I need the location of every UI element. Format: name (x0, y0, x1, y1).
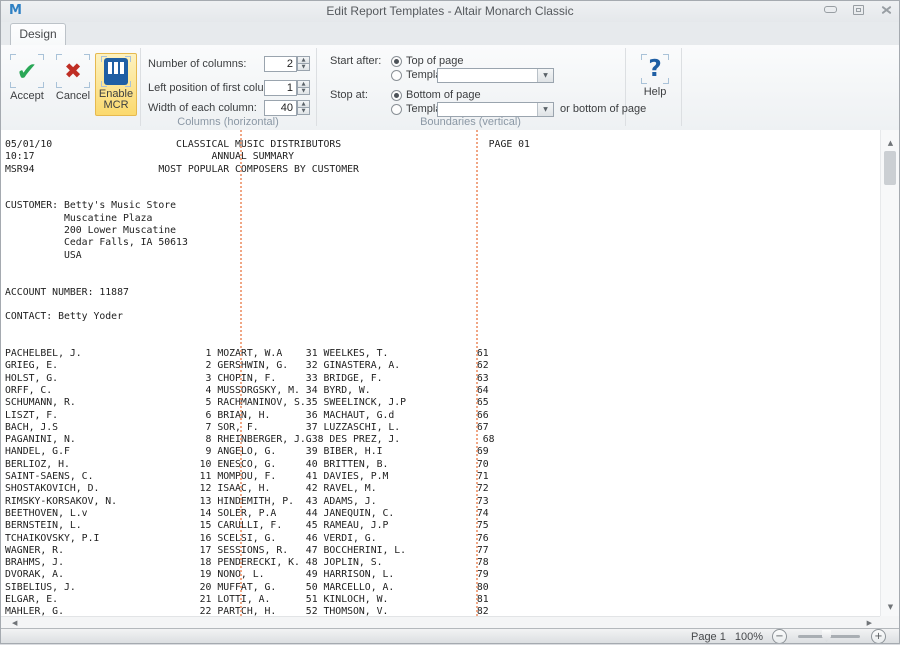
mcr-columns-icon (104, 58, 128, 85)
top-of-page-label: Top of page (406, 55, 464, 67)
spin-up-icon: ▲ (302, 82, 306, 87)
status-right-cluster: Page 1 100% − + (691, 629, 886, 644)
left-position-label: Left position of first column: (148, 82, 282, 94)
dropdown-button[interactable]: ▼ (537, 69, 553, 82)
mcr-icon-frame (101, 56, 131, 87)
spin-down-icon: ▼ (302, 65, 306, 70)
stop-at-template-dropdown[interactable]: ▼ (437, 102, 554, 117)
spin-down-button[interactable]: ▼ (297, 87, 310, 95)
cancel-button[interactable]: ✖ Cancel (51, 54, 95, 118)
spin-up-icon: ▲ (302, 102, 306, 107)
edit-report-templates-window: M Edit Report Templates - Altair Monarch… (0, 0, 900, 644)
horizontal-scrollbar[interactable]: ◀ ▶ (0, 616, 880, 628)
restore-button[interactable] (851, 4, 866, 15)
zoom-slider-thumb[interactable] (822, 630, 831, 642)
start-after-template-radio[interactable] (391, 70, 402, 81)
start-after-label: Start after: (330, 55, 381, 67)
enable-mcr-button[interactable]: Enable MCR (95, 53, 137, 116)
zoom-level: 100% (735, 631, 763, 643)
accept-button[interactable]: ✔ Accept (5, 54, 49, 118)
dropdown-arrow-icon: ▼ (543, 73, 548, 79)
window-title: Edit Report Templates - Altair Monarch C… (0, 4, 900, 18)
help-icon-frame: ? (641, 54, 669, 84)
left-position-stepper: ▲ ▼ (297, 80, 310, 96)
help-label: Help (630, 87, 680, 98)
columns-group-caption: Columns (horizontal) (140, 116, 316, 128)
title-bar: M Edit Report Templates - Altair Monarch… (0, 0, 900, 22)
group-separator (140, 48, 141, 126)
scroll-up-button[interactable]: ▲ (881, 139, 900, 147)
start-after-template-dropdown[interactable]: ▼ (437, 68, 554, 83)
scroll-right-icon: ▶ (867, 619, 872, 627)
column-width-label: Width of each column: (148, 102, 257, 114)
scroll-up-icon: ▲ (888, 139, 893, 147)
vertical-scrollbar[interactable]: ▲ ▼ (880, 130, 900, 616)
column-width-input[interactable] (264, 100, 297, 116)
spin-down-icon: ▼ (302, 109, 306, 114)
scroll-left-button[interactable]: ◀ (12, 619, 17, 627)
stop-at-template-radio[interactable] (391, 104, 402, 115)
close-icon (881, 5, 892, 14)
minimize-icon (824, 6, 837, 13)
bottom-of-page-label: Bottom of page (406, 89, 481, 101)
dropdown-arrow-icon: ▼ (543, 107, 548, 113)
report-text: 05/01/10 CLASSICAL MUSIC DISTRIBUTORS PA… (0, 130, 880, 616)
window-controls (823, 4, 894, 15)
zoom-in-button[interactable]: + (871, 629, 886, 644)
left-position-input[interactable] (264, 80, 297, 96)
report-view[interactable]: 05/01/10 CLASSICAL MUSIC DISTRIBUTORS PA… (0, 130, 880, 616)
accept-check-icon: ✔ (17, 59, 38, 84)
zoom-out-button[interactable]: − (772, 629, 787, 644)
stop-at-bottom-of-page-radio[interactable] (391, 90, 402, 101)
scroll-right-button[interactable]: ▶ (867, 619, 872, 627)
spin-down-button[interactable]: ▼ (297, 63, 310, 71)
close-button[interactable] (879, 4, 894, 15)
enable-mcr-label: Enable MCR (96, 89, 136, 111)
dropdown-button[interactable]: ▼ (537, 103, 553, 116)
restore-icon (853, 5, 864, 15)
cancel-icon-frame: ✖ (56, 54, 90, 88)
tab-design-label: Design (19, 27, 56, 41)
scroll-left-icon: ◀ (12, 619, 17, 627)
number-of-columns-label: Number of columns: (148, 58, 246, 70)
tab-design[interactable]: Design (10, 23, 66, 45)
stop-at-label: Stop at: (330, 89, 368, 101)
accept-label: Accept (5, 91, 49, 102)
column-guide-2 (476, 130, 478, 616)
number-of-columns-stepper: ▲ ▼ (297, 56, 310, 72)
boundaries-group-caption: Boundaries (vertical) (316, 116, 625, 128)
help-question-icon: ? (648, 58, 661, 81)
number-of-columns-input[interactable] (264, 56, 297, 72)
group-separator (316, 48, 317, 126)
status-bar: Page 1 100% − + (0, 628, 900, 645)
start-after-top-of-page-radio[interactable] (391, 56, 402, 67)
scroll-down-button[interactable]: ▼ (881, 603, 900, 611)
page-indicator: Page 1 (691, 631, 726, 643)
ribbon-tabstrip: Design (0, 22, 900, 45)
help-button[interactable]: ? Help (630, 54, 680, 118)
column-guide-1 (240, 130, 242, 616)
spin-down-button[interactable]: ▼ (297, 107, 310, 115)
minimize-button[interactable] (823, 4, 838, 15)
cancel-label: Cancel (51, 91, 95, 102)
scroll-down-icon: ▼ (888, 603, 893, 611)
group-separator (681, 48, 682, 126)
spin-up-icon: ▲ (302, 58, 306, 63)
accept-icon-frame: ✔ (10, 54, 44, 88)
ribbon: ✔ Accept ✖ Cancel Enable MCR Number of c… (0, 45, 900, 131)
column-width-stepper: ▲ ▼ (297, 100, 310, 116)
spin-down-icon: ▼ (302, 89, 306, 94)
scrollbar-corner (880, 616, 900, 628)
vertical-scroll-thumb[interactable] (884, 151, 896, 185)
zoom-slider[interactable] (798, 635, 860, 638)
cancel-x-icon: ✖ (64, 61, 82, 82)
